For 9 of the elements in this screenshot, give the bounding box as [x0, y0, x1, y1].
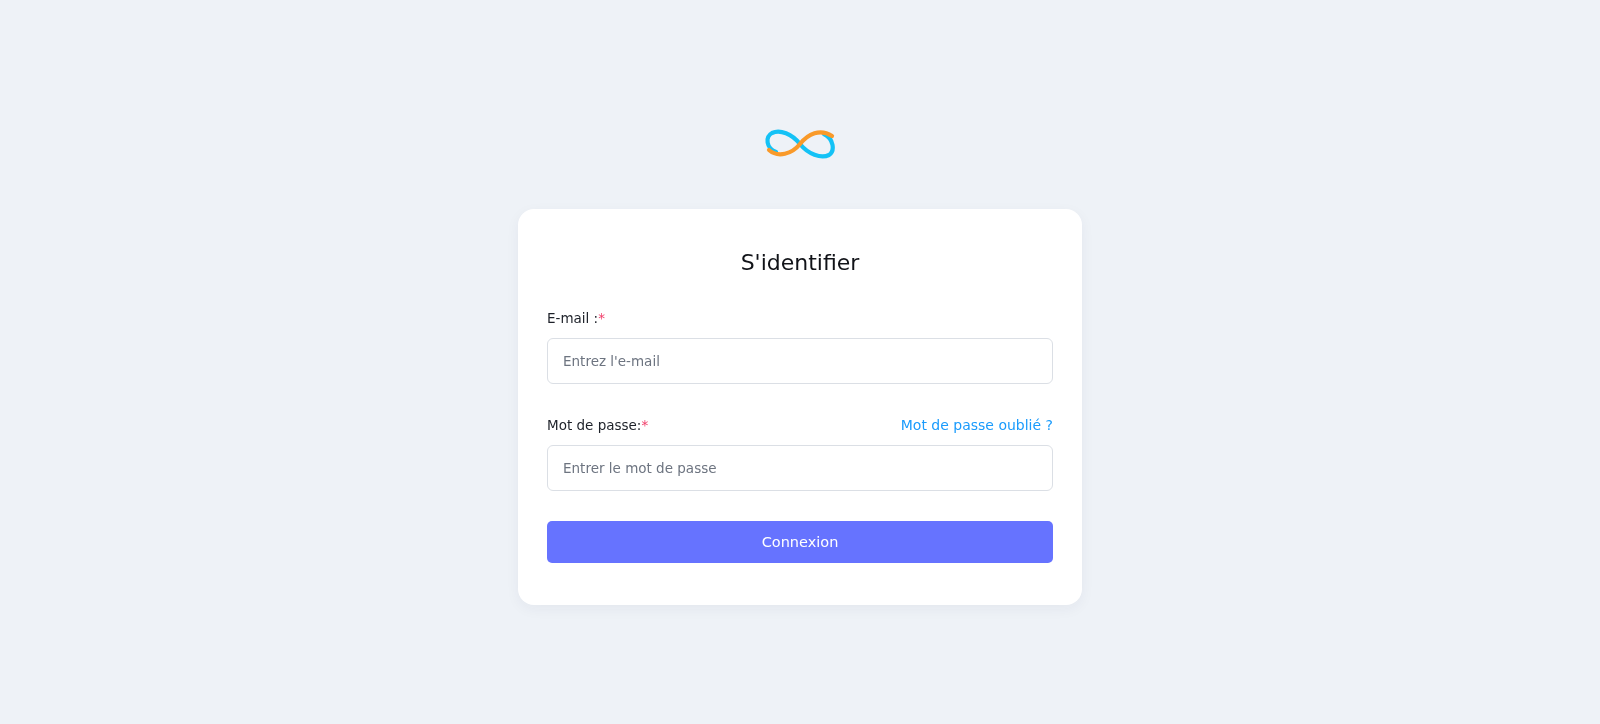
password-input[interactable]: Entrer le mot de passe [547, 445, 1053, 491]
email-input[interactable]: Entrez l'e-mail [547, 338, 1053, 384]
form-title: S'identifier [739, 249, 861, 277]
field-label: E-mail : [547, 309, 599, 328]
forgot-password-link[interactable]: Mot de passe oublié ? [900, 415, 1053, 435]
field-label: Mot de passe: [547, 416, 642, 435]
required-mark: * [641, 416, 649, 435]
required-mark: * [598, 309, 605, 328]
login-button[interactable]: Connexion [547, 521, 1053, 563]
